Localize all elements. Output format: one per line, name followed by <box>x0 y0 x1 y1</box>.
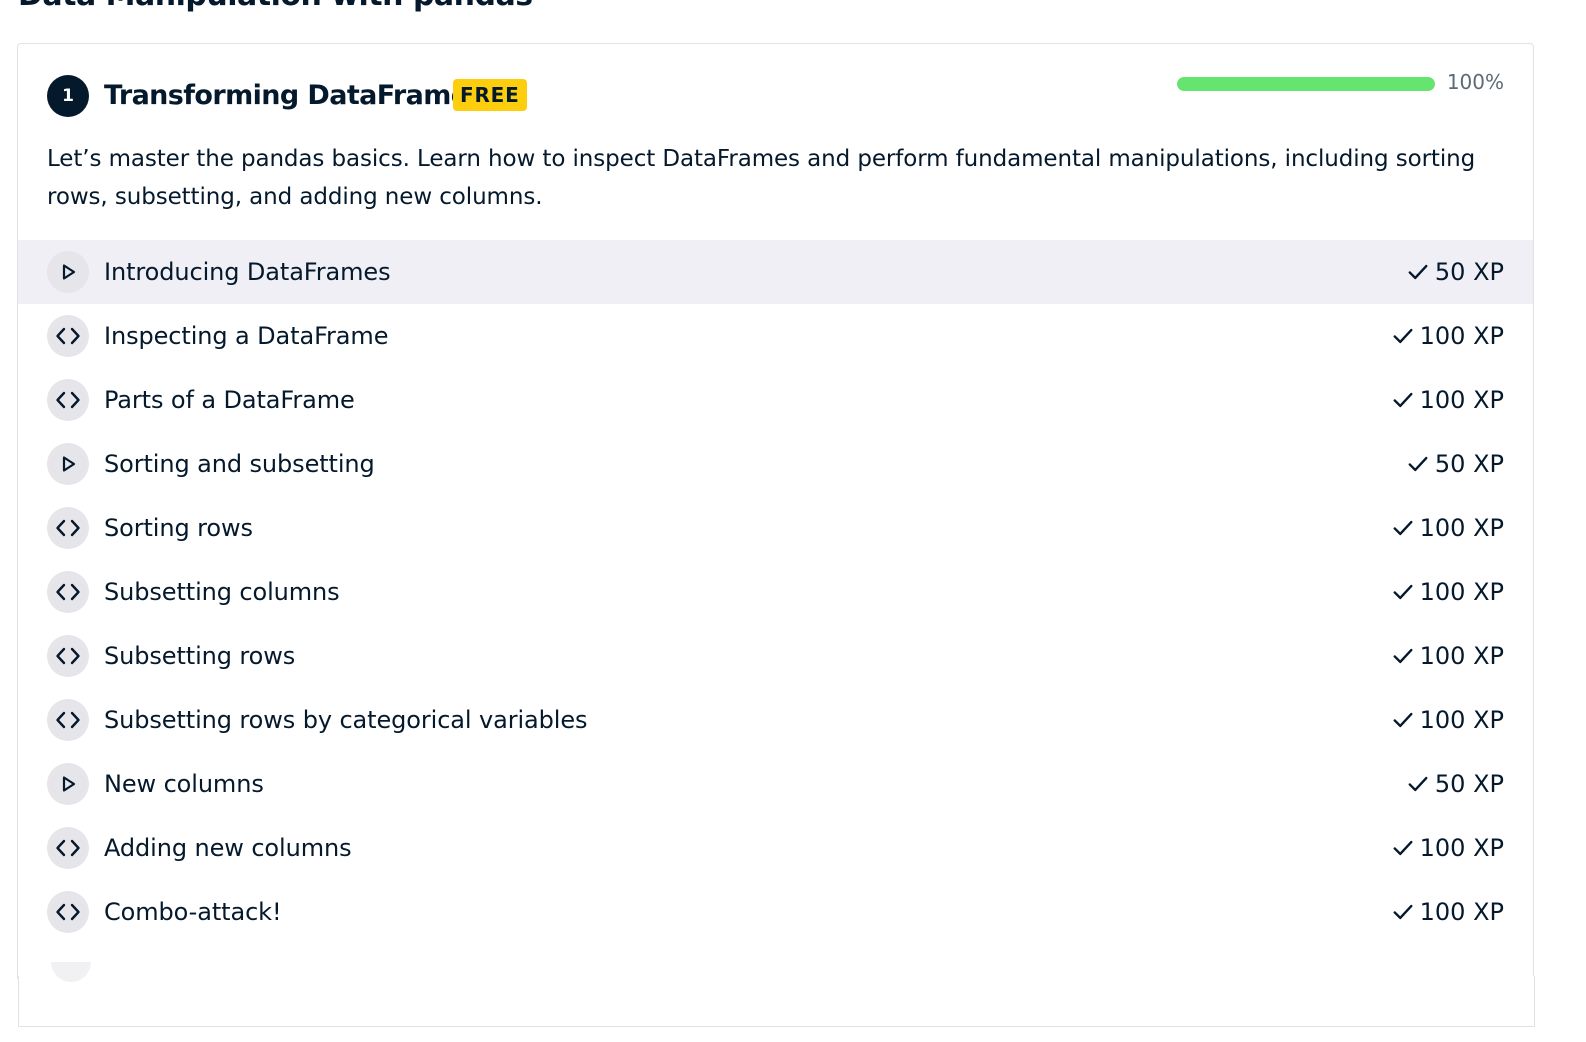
exercise-xp-value: 50 XP <box>1434 258 1504 286</box>
play-icon <box>47 443 89 485</box>
chapter-card: 1 Transforming DataFrames FREE 100% Let’… <box>17 43 1534 979</box>
exercise-list: Introducing DataFrames 50 XP Inspecting … <box>18 240 1533 944</box>
exercise-title: Sorting and subsetting <box>104 450 375 478</box>
code-brackets-icon <box>47 315 89 357</box>
checkmark-icon <box>1393 648 1413 664</box>
exercise-row-9[interactable]: New columns 50 XP <box>18 752 1533 816</box>
chapter-progress-bar <box>1177 77 1435 91</box>
exercise-xp: 100 XP <box>1392 578 1504 606</box>
exercise-xp-value: 100 XP <box>1419 578 1504 606</box>
exercise-row-7[interactable]: Subsetting rows 100 XP <box>18 624 1533 688</box>
chapter-progress-fill <box>1177 77 1435 91</box>
exercise-xp-value: 100 XP <box>1419 706 1504 734</box>
exercise-row-11[interactable]: Combo-attack! 100 XP <box>18 880 1533 944</box>
exercise-row-3[interactable]: Parts of a DataFrame 100 XP <box>18 368 1533 432</box>
checkmark-icon <box>1393 328 1413 344</box>
chapter-progress-label: 100% <box>1446 70 1504 94</box>
checkmark-icon <box>1393 712 1413 728</box>
exercise-row-8[interactable]: Subsetting rows by categorical variables… <box>18 688 1533 752</box>
exercise-xp: 100 XP <box>1392 834 1504 862</box>
exercise-xp: 100 XP <box>1392 514 1504 542</box>
checkmark-icon <box>1393 520 1413 536</box>
free-badge: FREE <box>453 79 527 111</box>
exercise-xp-value: 100 XP <box>1419 642 1504 670</box>
exercise-xp-value: 100 XP <box>1419 386 1504 414</box>
play-icon <box>47 763 89 805</box>
checkmark-icon <box>1393 904 1413 920</box>
checkmark-icon <box>1408 264 1428 280</box>
exercise-xp: 100 XP <box>1392 322 1504 350</box>
exercise-title: Combo-attack! <box>104 898 282 926</box>
chapter-number-badge: 1 <box>47 75 89 117</box>
exercise-title: Adding new columns <box>104 834 352 862</box>
exercise-title: Inspecting a DataFrame <box>104 322 389 350</box>
code-brackets-icon <box>47 379 89 421</box>
chapter-title[interactable]: Transforming DataFrames <box>104 78 485 114</box>
exercise-title: Sorting rows <box>104 514 253 542</box>
exercise-title: Subsetting columns <box>104 578 340 606</box>
exercise-xp: 50 XP <box>1407 450 1504 478</box>
exercise-xp: 50 XP <box>1407 770 1504 798</box>
checkmark-icon <box>1408 456 1428 472</box>
code-brackets-icon <box>47 699 89 741</box>
checkmark-icon <box>1408 776 1428 792</box>
exercise-row-1[interactable]: Introducing DataFrames 50 XP <box>18 240 1533 304</box>
code-brackets-icon <box>47 507 89 549</box>
exercise-row-5[interactable]: Sorting rows 100 XP <box>18 496 1533 560</box>
chapter-header: 1 Transforming DataFrames FREE 100% <box>47 70 1504 117</box>
next-chapter-card <box>18 962 1535 1027</box>
checkmark-icon <box>1393 392 1413 408</box>
exercise-xp: 100 XP <box>1392 642 1504 670</box>
exercise-xp: 100 XP <box>1392 898 1504 926</box>
exercise-title: Subsetting rows <box>104 642 296 670</box>
exercise-xp-value: 50 XP <box>1434 450 1504 478</box>
exercise-title: Introducing DataFrames <box>104 258 391 286</box>
exercise-xp: 50 XP <box>1407 258 1504 286</box>
play-icon <box>47 251 89 293</box>
checkmark-icon <box>1393 840 1413 856</box>
chapter-description: Let’s master the pandas basics. Learn ho… <box>47 146 1476 210</box>
exercise-xp-value: 50 XP <box>1434 770 1504 798</box>
exercise-xp-value: 100 XP <box>1419 898 1504 926</box>
exercise-xp: 100 XP <box>1392 386 1504 414</box>
exercise-title: Parts of a DataFrame <box>104 386 355 414</box>
exercise-xp-value: 100 XP <box>1419 514 1504 542</box>
code-brackets-icon <box>47 827 89 869</box>
code-brackets-icon <box>47 635 89 677</box>
next-chapter-number-badge <box>51 962 91 982</box>
card-bottom-fade <box>18 948 1533 978</box>
exercise-title: New columns <box>104 770 264 798</box>
exercise-title: Subsetting rows by categorical variables <box>104 706 588 734</box>
code-brackets-icon <box>47 571 89 613</box>
exercise-xp-value: 100 XP <box>1419 834 1504 862</box>
course-title: Data Manipulation with pandas <box>18 0 533 13</box>
exercise-row-2[interactable]: Inspecting a DataFrame 100 XP <box>18 304 1533 368</box>
exercise-row-6[interactable]: Subsetting columns 100 XP <box>18 560 1533 624</box>
exercise-row-4[interactable]: Sorting and subsetting 50 XP <box>18 432 1533 496</box>
exercise-xp: 100 XP <box>1392 706 1504 734</box>
code-brackets-icon <box>47 891 89 933</box>
checkmark-icon <box>1393 584 1413 600</box>
exercise-xp-value: 100 XP <box>1419 322 1504 350</box>
exercise-row-10[interactable]: Adding new columns 100 XP <box>18 816 1533 880</box>
